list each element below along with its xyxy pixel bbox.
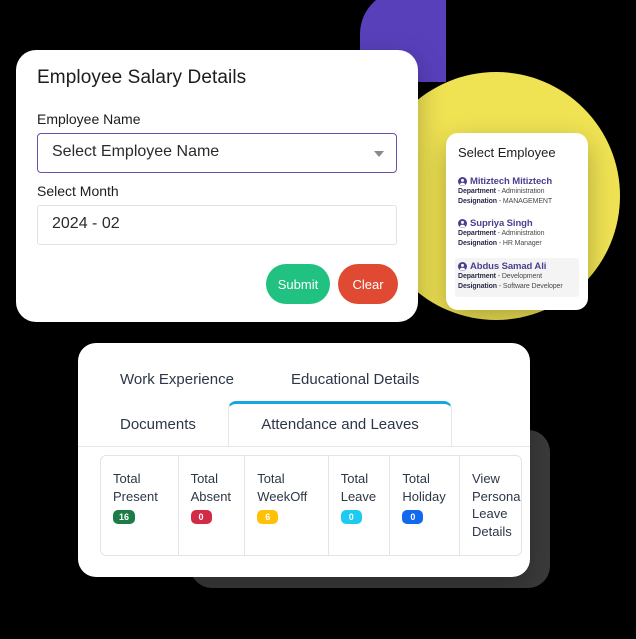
employee-department: Department - Administration xyxy=(458,230,545,238)
stat-cell: Total Present 16 xyxy=(101,456,179,555)
select-month-label: Select Month xyxy=(37,183,119,199)
stat-label: Total Present xyxy=(113,471,158,504)
stat-badge: 6 xyxy=(257,510,279,525)
employee-list-item[interactable]: Supriya Singh Department - Administration… xyxy=(455,215,579,254)
view-personal-leave-details-cell[interactable]: View Personal Leave Details xyxy=(460,456,521,555)
tab-attendance-and-leaves[interactable]: Attendance and Leaves xyxy=(228,401,452,447)
person-circle-icon xyxy=(458,177,467,186)
employee-name: Abdus Samad Ali xyxy=(470,260,547,272)
employee-designation: Designation - MANAGEMENT xyxy=(458,198,553,206)
stat-badge: 0 xyxy=(340,510,362,525)
employee-name-row: Mitiztech Mitiztech xyxy=(458,176,576,187)
employee-department: Department - Administration xyxy=(458,188,545,195)
page-title: Employee Salary Details xyxy=(37,67,247,88)
employee-name-select[interactable]: Select Employee Name xyxy=(37,133,397,173)
clear-button[interactable]: Clear xyxy=(338,264,398,304)
stat-label: Total WeekOff xyxy=(257,471,308,504)
stat-cell: Total Holiday 0 xyxy=(390,456,460,555)
screenshot-root: Employee Salary Details Employee Name Se… xyxy=(0,0,636,639)
attendance-stats-table: Total Present 16 Total Absent 0 Total WeekOf… xyxy=(100,455,522,556)
attendance-and-leaves-card: Work Experience Educational Details Docu… xyxy=(78,343,530,577)
employee-designation: Designation - Software Developer xyxy=(458,282,563,290)
view-personal-leave-details-label: View Personal Leave Details xyxy=(472,471,522,539)
stat-label: Total Leave xyxy=(340,471,377,504)
select-employee-title: Select Employee xyxy=(458,145,556,160)
employee-name: Supriya Singh xyxy=(470,218,533,230)
stat-badge: 0 xyxy=(402,510,424,525)
employee-designation: Designation - HR Manager xyxy=(458,240,542,248)
employee-salary-details-card: Employee Salary Details Employee Name Se… xyxy=(16,50,418,322)
employee-list-item[interactable]: Abdus Samad Ali Department - Development D… xyxy=(455,257,579,297)
month-input-value: 2024 - 02 xyxy=(52,215,120,232)
select-employee-panel: Select Employee Mitiztech Mitiztech Depar… xyxy=(446,133,588,310)
month-input[interactable]: 2024 - 02 xyxy=(37,205,397,245)
stat-badge: 0 xyxy=(190,510,212,525)
employee-list-item[interactable]: Mitiztech Mitiztech Department - Administ… xyxy=(455,173,579,212)
tab-documents[interactable]: Documents xyxy=(120,416,196,433)
stat-cell: Total Leave 0 xyxy=(329,456,391,555)
person-circle-icon xyxy=(458,261,467,271)
employee-list: Mitiztech Mitiztech Department - Administ… xyxy=(455,173,579,300)
stat-cell: Total Absent 0 xyxy=(179,456,246,555)
employee-name-row: Abdus Samad Ali xyxy=(458,261,576,272)
employee-name-row: Supriya Singh xyxy=(458,218,576,229)
employee-name-label: Employee Name xyxy=(37,111,141,127)
submit-button[interactable]: Submit xyxy=(266,264,330,304)
tab-educational-details[interactable]: Educational Details xyxy=(291,371,419,388)
tab-attendance-and-leaves-label: Attendance and Leaves xyxy=(261,416,419,433)
employee-name-select-value: Select Employee Name xyxy=(52,143,220,160)
stat-cell: Total WeekOff 6 xyxy=(245,456,329,555)
employee-name: Mitiztech Mitiztech xyxy=(470,176,553,187)
tab-work-experience[interactable]: Work Experience xyxy=(120,371,234,388)
stat-label: Total Absent xyxy=(190,471,232,504)
stat-badge: 16 xyxy=(113,510,136,525)
employee-department: Department - Development xyxy=(458,272,542,280)
tab-underline-divider xyxy=(78,446,530,447)
person-circle-icon xyxy=(458,219,467,229)
chevron-down-icon xyxy=(374,151,384,157)
stat-label: Total Holiday xyxy=(402,471,446,504)
